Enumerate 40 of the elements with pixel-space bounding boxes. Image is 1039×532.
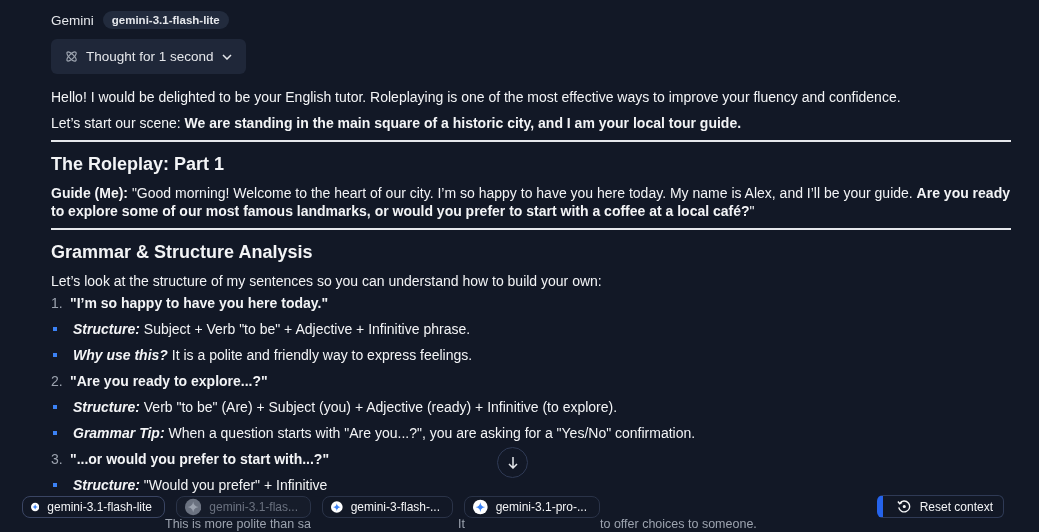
arrow-down-icon xyxy=(507,456,518,469)
faded-text: This is more polite than sa xyxy=(165,518,312,531)
bullet-icon xyxy=(53,405,57,409)
atom-icon xyxy=(65,50,78,63)
model-chip[interactable]: gemini-3.1-pro-... xyxy=(464,496,600,518)
section-heading: The Roleplay: Part 1 xyxy=(51,153,226,176)
paragraph: Let’s look at the structure of my sentences so you can understand how to build your own: xyxy=(51,272,603,290)
sparkle-icon xyxy=(331,498,343,516)
paragraph: Let’s start our scene: We are standing in the main square of a historic city, and I am your local tour guide. xyxy=(51,114,743,132)
list-item-text: Grammar Tip: When a question starts with "Are you...?", you are asking for a "Yes/No" confirmation. xyxy=(73,425,696,441)
list-item-text: Structure: Subject + Verb "to be" + Adjective + Infinitive phrase. xyxy=(73,321,471,337)
bullet-icon xyxy=(53,327,57,331)
chevron-icon xyxy=(221,53,232,60)
bullet-icon xyxy=(53,431,57,435)
paragraph: Guide (Me): "Good morning! Welcome to the heart of our city. I’m so happy to have you here today. My name is Alex, and I’ll be your guide. Are you ready to explore some of our most famous landmarks, or would you prefer to start with a coffee at a local café?" xyxy=(51,184,1011,220)
assistant-name: Gemini xyxy=(51,12,94,28)
paragraph: Hello! I would be delighted to be your English tutor. Roleplaying is one of the most effective ways to improve your fluency and confidence. xyxy=(51,88,902,106)
sparkle-icon xyxy=(473,498,488,516)
reset-icon xyxy=(897,499,911,514)
thought-toggle[interactable]: Thought for 1 second xyxy=(51,39,246,74)
list-number: 1. xyxy=(51,295,64,311)
scroll-down-button[interactable] xyxy=(497,447,528,478)
list-item-text: "Are you ready to explore...?" xyxy=(70,373,268,389)
model-tag: gemini-3.1-flash-lite xyxy=(102,11,229,29)
list-item-text: "...or would you prefer to start with...?" xyxy=(70,451,330,467)
model-chip[interactable]: gemini-3-flash-... xyxy=(322,496,453,518)
list-number: 3. xyxy=(51,451,64,467)
list-item-text: Structure: "Would you prefer" + Infinitive xyxy=(73,477,328,493)
list-item-text: Structure: Verb "to be" (Are) + Subject (you) + Adjective (ready) + Infinitive (to explore). xyxy=(73,399,618,415)
list-number: 2. xyxy=(51,373,64,389)
sparkle-icon xyxy=(185,498,202,516)
model-chip[interactable]: gemini-3.1-flash-lite xyxy=(22,496,165,518)
list-item-text: "I’m so happy to have you here today." xyxy=(70,295,329,311)
bullet-icon xyxy=(53,483,57,487)
faded-text: It xyxy=(458,518,466,531)
bullet-icon xyxy=(53,353,57,357)
faded-text: to offer choices to someone. xyxy=(600,518,757,531)
list-item-text: Why use this? It is a polite and friendly way to express feelings. xyxy=(73,347,473,363)
reset-context-button[interactable]: Reset context xyxy=(877,495,1004,518)
section-heading: Grammar & Structure Analysis xyxy=(51,241,314,264)
